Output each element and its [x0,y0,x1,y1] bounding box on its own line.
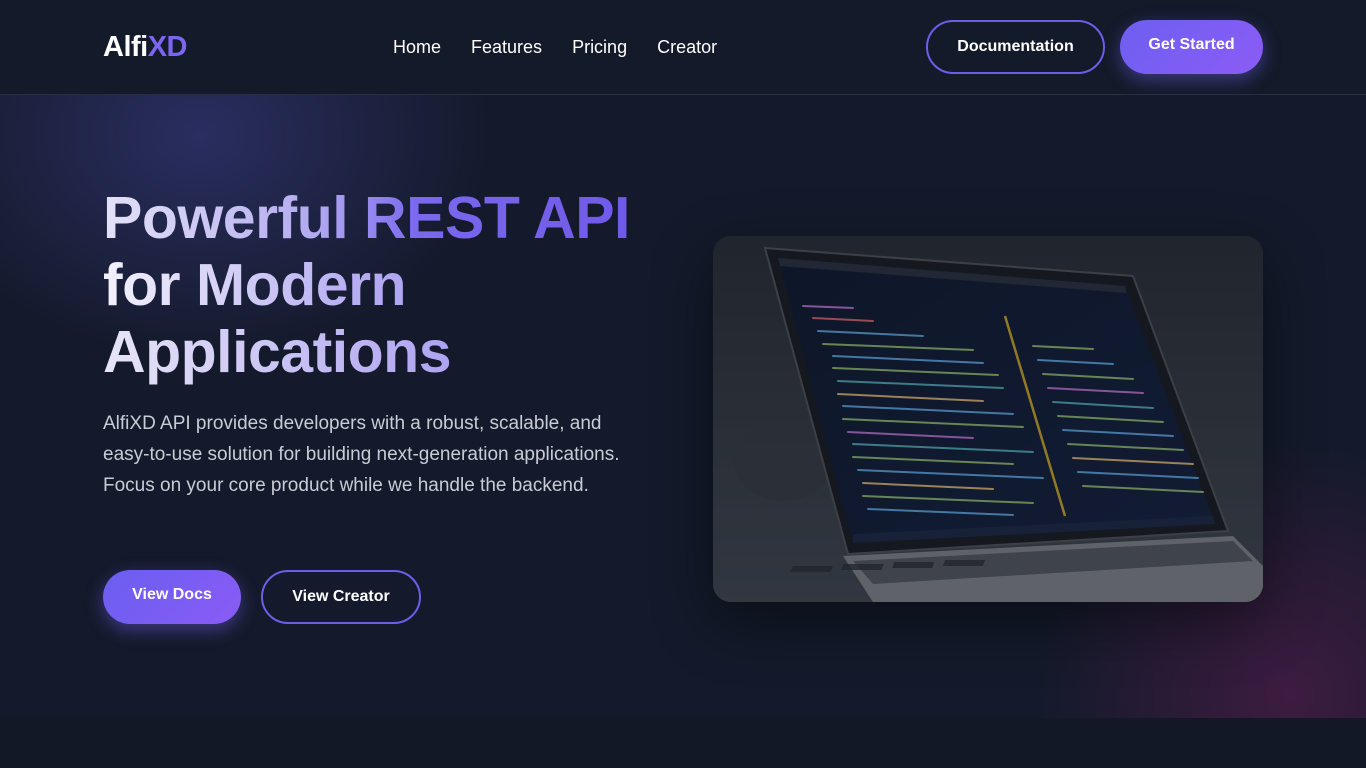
navbar: AlfiXD Home Features Pricing Creator Doc… [0,0,1366,95]
hero-title-line-2: for Modern [103,252,683,319]
view-docs-button[interactable]: View Docs [103,570,241,624]
hero-section: Powerful REST API for Modern Application… [0,95,1366,718]
hero-title-line-1: Powerful REST API [103,185,683,252]
laptop-code-illustration [713,236,1263,602]
hero-title-line-3: Applications [103,319,683,386]
view-creator-button[interactable]: View Creator [261,570,421,624]
documentation-button[interactable]: Documentation [926,20,1105,74]
nav-link-features[interactable]: Features [471,33,542,61]
logo[interactable]: AlfiXD [103,28,188,66]
nav-link-home[interactable]: Home [393,33,441,61]
logo-text-primary: Alfi [103,31,148,63]
nav-link-pricing[interactable]: Pricing [572,33,627,61]
page-below-hero [0,718,1366,768]
hero-title-powerful: Powerful [103,185,365,251]
nav-links: Home Features Pricing Creator [393,33,717,61]
hero-title: Powerful REST API for Modern Application… [103,185,683,386]
nav-link-creator[interactable]: Creator [657,33,717,61]
get-started-button[interactable]: Get Started [1120,20,1263,74]
hero-description: AlfiXD API provides developers with a ro… [103,413,620,496]
hero-title-rest-api: REST API [364,185,630,251]
hero-laptop-image [713,236,1263,602]
logo-text-accent: XD [147,31,188,63]
